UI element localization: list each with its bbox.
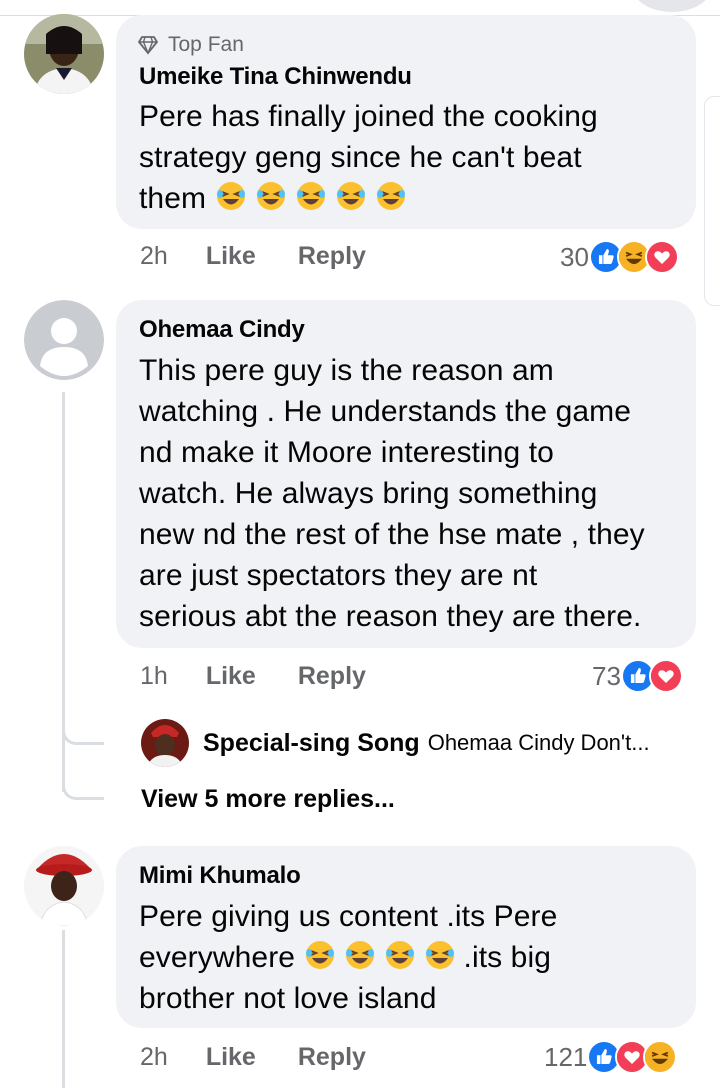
top-fan-badge: Top Fan (138, 33, 244, 57)
laughing-emoji (215, 180, 253, 212)
comment-author[interactable]: Ohemaa Cindy (139, 316, 305, 344)
reply-preview-text: Ohemaa Cindy Don't... (427, 730, 650, 755)
laughing-emoji (335, 180, 373, 212)
comment-actions: 2h Like Reply (140, 1043, 366, 1072)
avatar[interactable] (24, 14, 104, 94)
laughing-emoji (384, 939, 422, 971)
love-icon (644, 240, 679, 274)
scroll-top-button[interactable] (632, 0, 712, 12)
comment-author[interactable]: Umeike Tina Chinwendu (139, 63, 412, 91)
comment-actions: 1h Like Reply (140, 662, 366, 691)
comment-timestamp[interactable]: 1h (140, 662, 168, 691)
laughing-emoji (375, 180, 413, 212)
comment-text: Pere has finally joined the cooking stra… (139, 100, 598, 215)
avatar (141, 719, 189, 767)
comment-author[interactable]: Mimi Khumalo (139, 862, 301, 890)
diamond-icon (138, 36, 158, 55)
comment-bubble: Top Fan Umeike Tina Chinwendu Pere has f… (116, 15, 696, 229)
comment-timestamp[interactable]: 2h (140, 1043, 168, 1072)
reply-author[interactable]: Special-sing Song (203, 729, 420, 758)
like-button[interactable]: Like (206, 1043, 256, 1072)
reply-button[interactable]: Reply (298, 242, 366, 271)
side-panel-edge (704, 96, 720, 306)
comment-text: Pere giving us content .its Pere everywh… (139, 900, 558, 1015)
reaction-summary[interactable]: 121 (544, 1040, 678, 1074)
thread-line (62, 930, 65, 1088)
love-icon (648, 659, 683, 693)
laughing-emoji (255, 180, 293, 212)
haha-icon (643, 1040, 678, 1074)
comment-bubble: Mimi Khumalo Pere giving us content .its… (116, 846, 696, 1028)
like-button[interactable]: Like (206, 242, 256, 271)
reaction-count: 73 (592, 660, 621, 691)
comment-bubble: Ohemaa Cindy This pere guy is the reason… (116, 300, 696, 648)
reply-preview[interactable]: Special-sing Song Ohemaa Cindy Don't... (141, 719, 650, 767)
like-button[interactable]: Like (206, 662, 256, 691)
view-more-replies-link[interactable]: View 5 more replies... (141, 785, 395, 814)
reaction-summary[interactable]: 30 (560, 240, 679, 274)
reply-button[interactable]: Reply (298, 662, 366, 691)
avatar[interactable] (24, 846, 104, 926)
comment-timestamp[interactable]: 2h (140, 242, 168, 271)
avatar[interactable] (24, 300, 104, 380)
laughing-emoji (304, 939, 342, 971)
thread-branch (62, 760, 104, 800)
laughing-emoji (344, 939, 382, 971)
laughing-emoji (424, 939, 462, 971)
badge-label: Top Fan (168, 33, 244, 56)
comment-actions: 2h Like Reply (140, 242, 366, 271)
thread-branch (62, 700, 104, 745)
laughing-emoji (295, 180, 333, 212)
comment-text: This pere guy is the reason am watching … (139, 354, 645, 633)
reaction-summary[interactable]: 73 (592, 659, 683, 693)
reaction-count: 121 (544, 1041, 588, 1072)
reply-button[interactable]: Reply (298, 1043, 366, 1072)
reaction-count: 30 (560, 241, 589, 272)
